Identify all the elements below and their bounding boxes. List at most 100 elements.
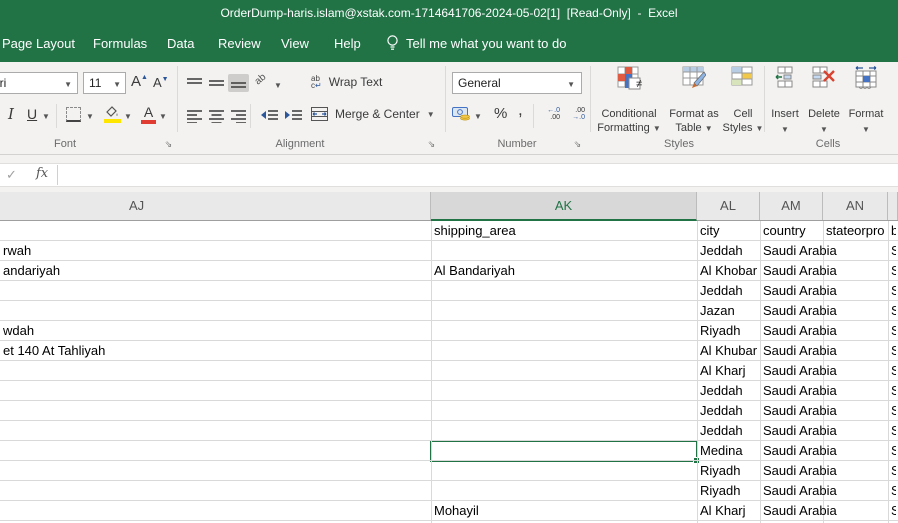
cell-AO-r5[interactable]: S	[888, 301, 896, 321]
align-top-button[interactable]	[184, 74, 205, 92]
cell-AL-r11[interactable]: Jeddah	[697, 421, 758, 441]
format-as-table-button[interactable]: Format as Table ▼	[666, 66, 722, 90]
accounting-format-button[interactable]	[452, 106, 471, 121]
tell-me-box[interactable]: Tell me what you want to do	[386, 35, 566, 51]
decrease-decimal-button[interactable]: .00→.0	[565, 107, 585, 121]
column-header-AJ[interactable]: AJ	[0, 192, 431, 220]
tab-page-layout[interactable]: Page Layout	[2, 36, 75, 51]
insert-cells-button[interactable]: Insert ▼	[768, 66, 802, 88]
increase-indent-button[interactable]	[282, 106, 305, 126]
tab-formulas[interactable]: Formulas	[93, 36, 147, 51]
cell-AM-r12[interactable]: Saudi Arabia	[760, 441, 890, 461]
shrink-font-button[interactable]: A▼	[153, 75, 169, 90]
cell-AJ-r3[interactable]: andariyah	[0, 261, 429, 281]
cell-AL-r10[interactable]: Jeddah	[697, 401, 758, 421]
cell-AK-r3[interactable]: Al Bandariyah	[431, 261, 695, 281]
grow-font-button[interactable]: A▲	[131, 73, 148, 90]
cell-AL-r13[interactable]: Riyadh	[697, 461, 758, 481]
align-bottom-button[interactable]	[228, 74, 249, 92]
cell-AL-r3[interactable]: Al Khobar	[697, 261, 758, 281]
column-header-partial[interactable]	[888, 192, 898, 220]
tab-data[interactable]: Data	[167, 36, 194, 51]
cell-AM-r15[interactable]: Saudi Arabia	[760, 501, 890, 521]
cell-AO-r1[interactable]: b	[888, 221, 896, 241]
cell-AO-r9[interactable]: S	[888, 381, 896, 401]
cell-AM-r11[interactable]: Saudi Arabia	[760, 421, 890, 441]
font-size-combobox[interactable]: 11 ▼	[83, 72, 126, 94]
cell-AK-r15[interactable]: Mohayil	[431, 501, 695, 521]
delete-cells-button[interactable]: Delete ▼	[806, 66, 842, 88]
cell-AL-r14[interactable]: Riyadh	[697, 481, 758, 501]
cell-AM-r5[interactable]: Saudi Arabia	[760, 301, 890, 321]
percent-style-button[interactable]: %	[494, 105, 507, 122]
cell-AL-r9[interactable]: Jeddah	[697, 381, 758, 401]
tab-view[interactable]: View	[281, 36, 309, 51]
cell-AL-r12[interactable]: Medina	[697, 441, 758, 461]
comma-style-button[interactable]: ,	[518, 100, 523, 120]
cell-AO-r12[interactable]: S	[888, 441, 896, 461]
fill-color-dropdown-icon[interactable]: ▼	[124, 112, 132, 121]
cell-AO-r8[interactable]: S	[888, 361, 896, 381]
formula-input[interactable]	[0, 163, 898, 187]
cell-AM-r4[interactable]: Saudi Arabia	[760, 281, 890, 301]
column-header-AM[interactable]: AM	[760, 192, 823, 220]
decrease-indent-button[interactable]	[258, 106, 281, 126]
cell-AM-r10[interactable]: Saudi Arabia	[760, 401, 890, 421]
italic-button[interactable]: I	[8, 105, 14, 123]
align-center-button[interactable]	[206, 106, 227, 126]
fill-color-button[interactable]	[104, 105, 121, 123]
cell-AL-r8[interactable]: Al Kharj	[697, 361, 758, 381]
font-color-button[interactable]: A	[141, 104, 156, 124]
font-dialog-launcher[interactable]: ⇘	[163, 139, 174, 150]
alignment-dialog-launcher[interactable]: ⇘	[426, 139, 437, 150]
cell-AO-r6[interactable]: S	[888, 321, 896, 341]
align-middle-button[interactable]	[206, 74, 227, 92]
accounting-dropdown-icon[interactable]: ▼	[474, 112, 482, 121]
cell-AL-r5[interactable]: Jazan	[697, 301, 758, 321]
conditional-formatting-button[interactable]: ≠ Conditional Formatting ▼	[596, 66, 662, 90]
cell-AO-r10[interactable]: S	[888, 401, 896, 421]
cell-AK-r1[interactable]: shipping_area	[431, 221, 695, 241]
cell-AL-r15[interactable]: Al Kharj	[697, 501, 758, 521]
cell-AM-r13[interactable]: Saudi Arabia	[760, 461, 890, 481]
borders-dropdown-icon[interactable]: ▼	[86, 112, 94, 121]
number-format-combobox[interactable]: General ▼	[452, 72, 582, 94]
cell-AM-r6[interactable]: Saudi Arabia	[760, 321, 890, 341]
font-name-combobox[interactable]: bri ▼	[0, 72, 78, 94]
cell-AO-r7[interactable]: S	[888, 341, 896, 361]
cell-AM-r7[interactable]: Saudi Arabia	[760, 341, 890, 361]
font-color-dropdown-icon[interactable]: ▼	[159, 112, 167, 121]
tab-help[interactable]: Help	[334, 36, 361, 51]
orientation-dropdown-icon[interactable]: ▼	[274, 81, 282, 90]
borders-button[interactable]	[66, 107, 81, 122]
cell-AJ-r7[interactable]: et 140 At Tahliyah	[0, 341, 429, 361]
cell-AN-r1[interactable]: stateorpro	[823, 221, 886, 241]
cell-AL-r7[interactable]: Al Khubar	[697, 341, 758, 361]
cell-AM-r14[interactable]: Saudi Arabia	[760, 481, 890, 501]
cell-styles-button[interactable]: Cell Styles ▼	[722, 66, 764, 90]
number-dialog-launcher[interactable]: ⇘	[572, 139, 583, 150]
cell-AJ-r6[interactable]: wdah	[0, 321, 429, 341]
align-right-button[interactable]	[228, 106, 249, 126]
tab-review[interactable]: Review	[218, 36, 261, 51]
cell-AL-r4[interactable]: Jeddah	[697, 281, 758, 301]
align-left-button[interactable]	[184, 106, 205, 126]
cell-AO-r4[interactable]: S	[888, 281, 896, 301]
column-header-AL[interactable]: AL	[697, 192, 760, 220]
cell-AO-r3[interactable]: S	[888, 261, 896, 281]
format-cells-button[interactable]: Format ▼	[844, 66, 888, 90]
cell-AO-r2[interactable]: S	[888, 241, 896, 261]
column-header-AK[interactable]: AK	[431, 192, 697, 221]
cell-AM-r2[interactable]: Saudi Arabia	[760, 241, 890, 261]
cell-AL-r6[interactable]: Riyadh	[697, 321, 758, 341]
increase-decimal-button[interactable]: ←.0.00	[540, 107, 560, 121]
merge-center-button[interactable]: Merge & Center ▼	[311, 107, 435, 121]
underline-dropdown-icon[interactable]: ▼	[42, 112, 50, 121]
cell-AO-r11[interactable]: S	[888, 421, 896, 441]
cell-AJ-r2[interactable]: rwah	[0, 241, 429, 261]
column-header-AN[interactable]: AN	[823, 192, 888, 220]
cell-AM-r3[interactable]: Saudi Arabia	[760, 261, 890, 281]
cell-AO-r15[interactable]: S	[888, 501, 896, 521]
cell-AO-r13[interactable]: S	[888, 461, 896, 481]
underline-button[interactable]: U	[27, 106, 37, 122]
